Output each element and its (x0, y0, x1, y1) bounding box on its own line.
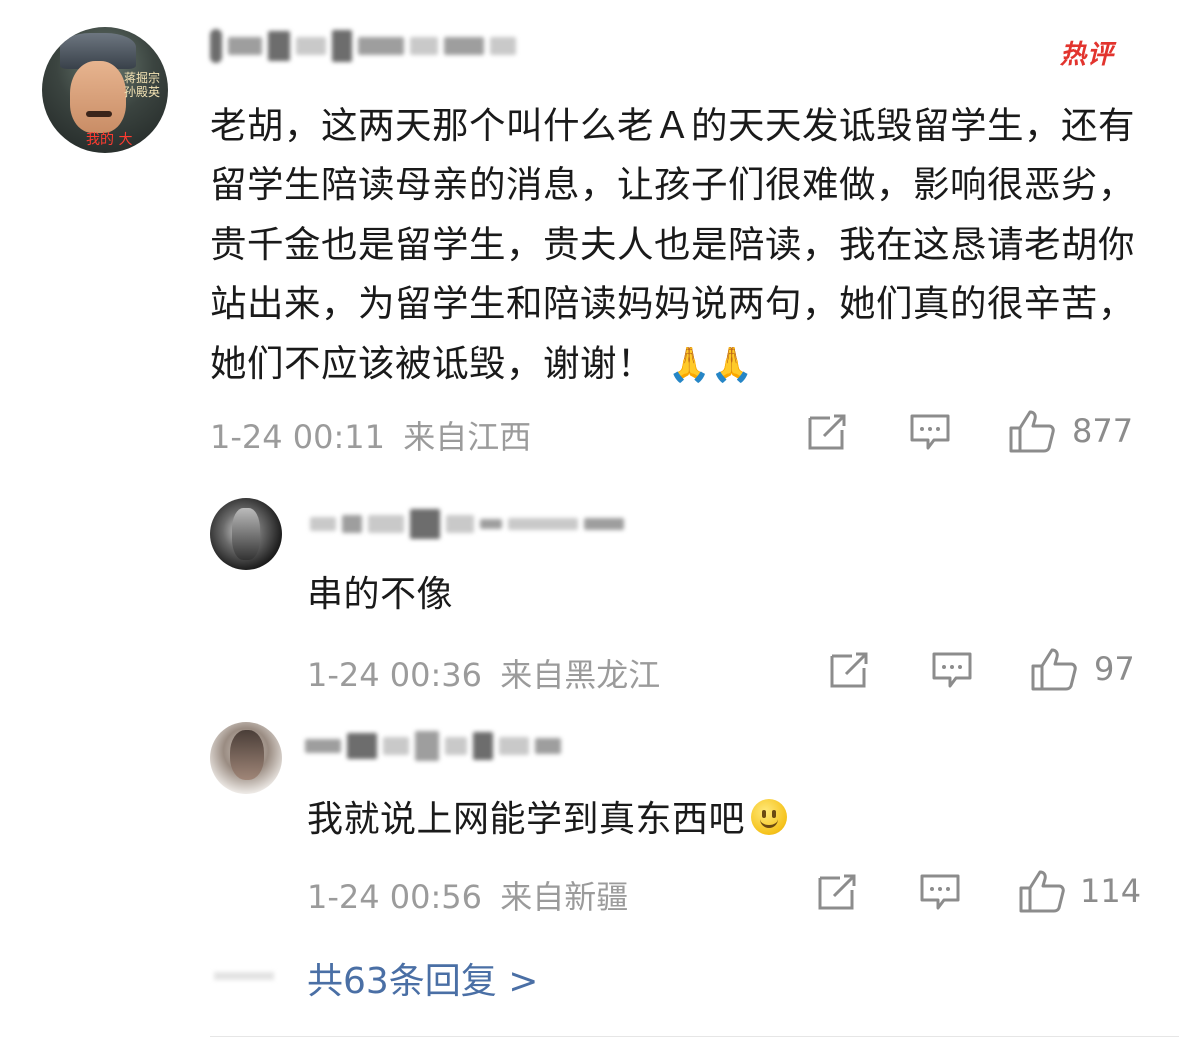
reply-1-text: 串的不像 (307, 574, 454, 615)
share-icon[interactable] (806, 412, 850, 452)
reply-1-like-count: 97 (1094, 650, 1135, 688)
reply-1-time: 1-24 00:36 (307, 656, 483, 694)
share-icon[interactable] (816, 872, 860, 912)
reply-1-meta: 1-24 00:36 来自黑龙江 (307, 650, 660, 696)
reply-1-avatar[interactable] (210, 498, 282, 570)
comment-icon[interactable] (930, 648, 974, 692)
reply-1-username-blurred[interactable] (310, 504, 624, 544)
main-comment-meta: 1-24 00:11 来自江西 (210, 412, 531, 458)
avatar-figure (232, 508, 260, 560)
reply-2-text: 我就说上网能学到真东西吧 (307, 790, 788, 842)
reply-2-username-blurred[interactable] (305, 726, 561, 766)
comment-icon[interactable] (918, 870, 962, 914)
avatar-face (70, 61, 126, 133)
thumbs-up-icon[interactable] (1008, 408, 1056, 454)
thumbs-up-icon[interactable] (1018, 868, 1066, 914)
thumbs-up-icon[interactable] (1030, 646, 1078, 692)
hot-comment-badge: 热评 (1060, 40, 1115, 70)
main-comment-username-blurred[interactable] (210, 26, 516, 66)
avatar-bottom-caption: 我的 大 (86, 132, 133, 148)
main-comment-time: 1-24 00:11 (210, 418, 386, 456)
avatar-mustache (86, 111, 112, 117)
avatar-head (230, 730, 264, 780)
main-comment-avatar[interactable]: 蒋掘宗 孙殿英 我的 大 (42, 27, 168, 153)
main-comment-like-count: 877 (1072, 412, 1134, 450)
reply-2-body: 我就说上网能学到真东西吧 (307, 799, 746, 840)
reply-2-like-count: 114 (1080, 872, 1142, 910)
share-icon[interactable] (828, 650, 872, 690)
praying-hands-emoji: 🙏🙏 (668, 344, 754, 385)
reply-2-meta: 1-24 00:56 来自新疆 (307, 872, 628, 918)
reply-2-time: 1-24 00:56 (307, 878, 483, 916)
collapsed-indicator (214, 972, 274, 980)
smiley-emoji (751, 799, 788, 835)
main-comment-text: 老胡，这两天那个叫什么老Ａ的天天发诋毁留学生，还有留学生陪读母亲的消息，让孩子们… (210, 96, 1140, 395)
more-replies-link[interactable]: 共63条回复 > (307, 952, 538, 1004)
avatar-caption: 蒋掘宗 孙殿英 (123, 71, 160, 99)
bottom-divider (210, 1036, 1179, 1037)
reply-2-avatar[interactable] (210, 722, 282, 794)
reply-1-location: 来自黑龙江 (500, 656, 661, 694)
main-comment-location: 来自江西 (403, 418, 532, 456)
comment-icon[interactable] (908, 410, 952, 454)
reply-2-location: 来自新疆 (500, 878, 629, 916)
